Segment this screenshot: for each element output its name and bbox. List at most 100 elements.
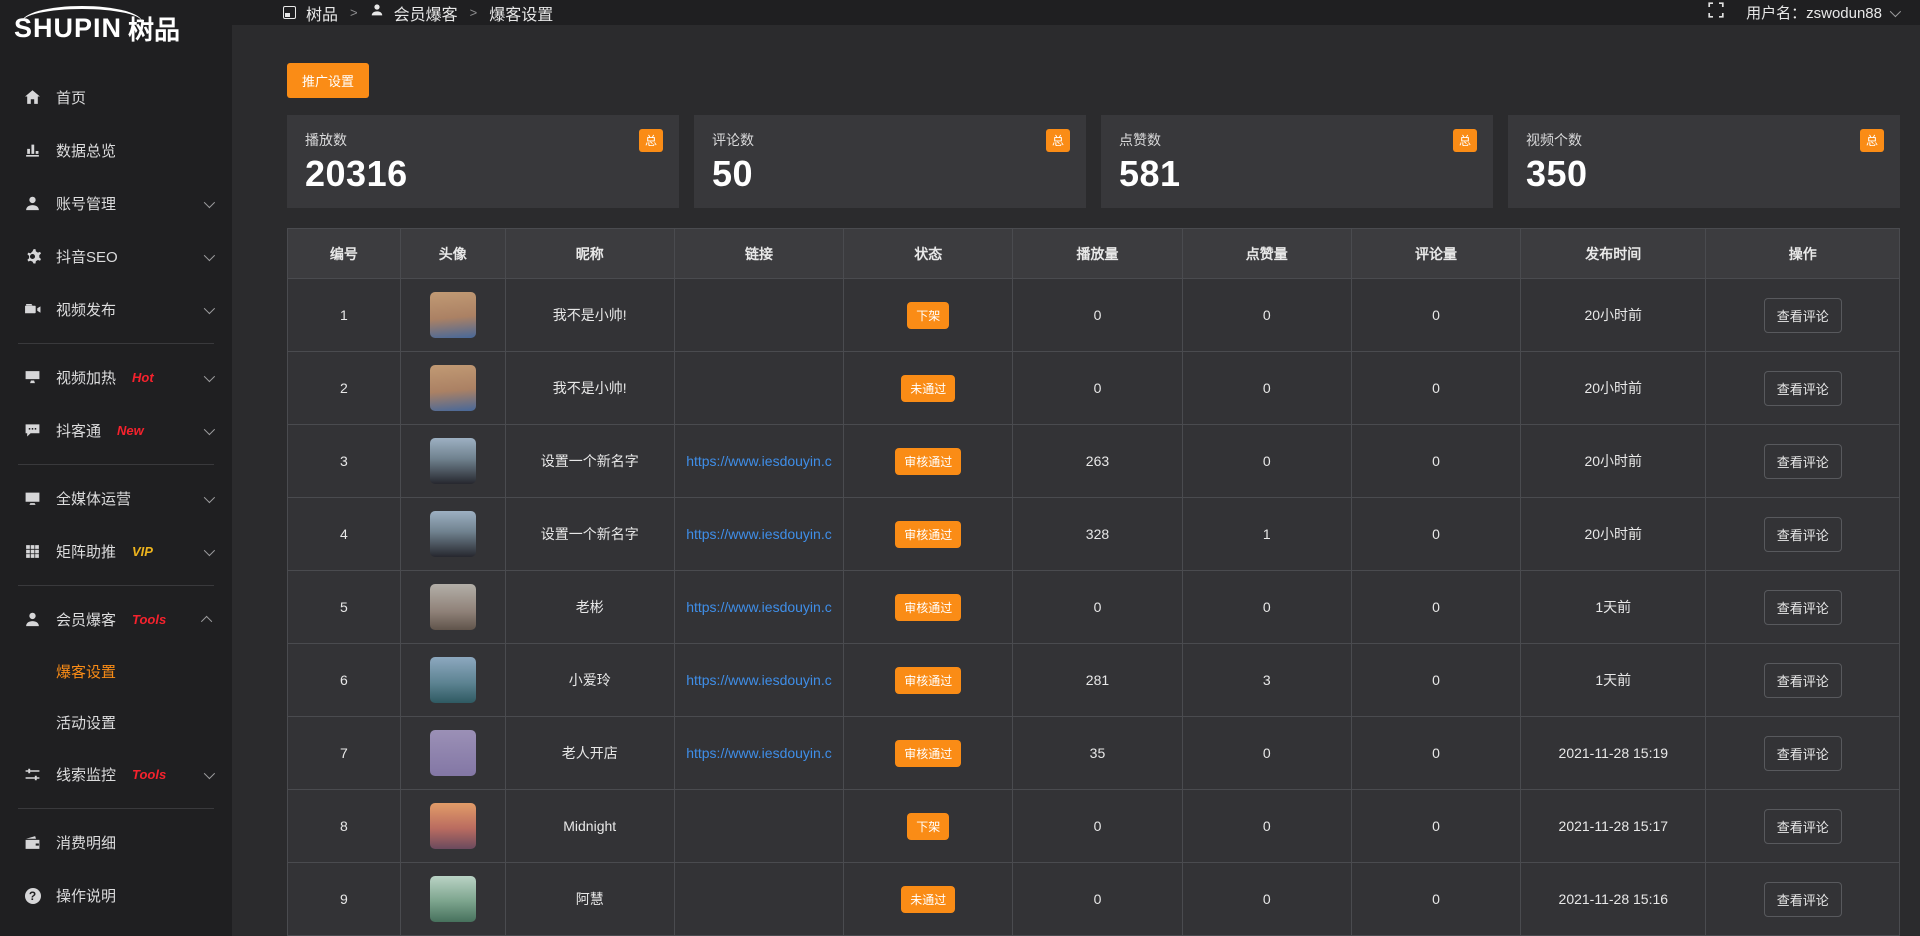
vip-tag: VIP	[132, 544, 153, 559]
sidebar-item-omnimedia[interactable]: 全媒体运营	[0, 472, 232, 525]
publish-time-cell: 20小时前	[1521, 498, 1706, 571]
likes-cell: 0	[1182, 352, 1351, 425]
publish-time-cell: 20小时前	[1521, 352, 1706, 425]
avatar	[430, 730, 476, 776]
sidebar-subitem-baoke-settings[interactable]: 爆客设置	[0, 646, 232, 697]
status-cell: 审核通过	[844, 498, 1013, 571]
row-id: 4	[288, 498, 401, 571]
view-comments-button[interactable]: 查看评论	[1764, 663, 1842, 698]
publish-time-cell: 1天前	[1521, 644, 1706, 717]
sidebar-item-label: 账号管理	[56, 193, 116, 214]
row-id: 7	[288, 717, 401, 790]
actions-cell: 查看评论	[1706, 644, 1900, 717]
sidebar-item-label: 线索监控	[56, 764, 116, 785]
comments-cell: 0	[1351, 352, 1520, 425]
view-comments-button[interactable]: 查看评论	[1764, 736, 1842, 771]
status-cell: 下架	[844, 279, 1013, 352]
stat-value: 20316	[305, 153, 661, 195]
sidebar-item-lead-monitor[interactable]: 线索监控 Tools	[0, 748, 232, 801]
status-badge: 下架	[907, 302, 949, 329]
actions-cell: 查看评论	[1706, 352, 1900, 425]
avatar	[430, 657, 476, 703]
sidebar-item-account-mgmt[interactable]: 账号管理	[0, 177, 232, 230]
chevron-up-icon	[201, 615, 212, 626]
sidebar-divider	[18, 585, 214, 586]
plays-cell: 281	[1013, 644, 1182, 717]
view-comments-button[interactable]: 查看评论	[1764, 882, 1842, 917]
gear-icon	[24, 248, 41, 265]
breadcrumb-item-shupin[interactable]: 树品	[306, 1, 338, 25]
sidebar-item-douyin-seo[interactable]: 抖音SEO	[0, 230, 232, 283]
plays-cell: 35	[1013, 717, 1182, 790]
video-link[interactable]: https://www.iesdouyin.c	[675, 526, 843, 542]
link-cell: https://www.iesdouyin.c	[674, 717, 843, 790]
sidebar-item-data-overview[interactable]: 数据总览	[0, 124, 232, 177]
breadcrumb-item-member-baoke[interactable]: 会员爆客	[394, 1, 458, 25]
sidebar-item-video-publish[interactable]: 视频发布	[0, 283, 232, 336]
sidebar-subitem-activity-settings[interactable]: 活动设置	[0, 697, 232, 748]
publish-time-cell: 2021-11-28 15:16	[1521, 863, 1706, 936]
view-comments-button[interactable]: 查看评论	[1764, 590, 1842, 625]
nickname-cell: Midnight	[505, 790, 674, 863]
view-comments-button[interactable]: 查看评论	[1764, 517, 1842, 552]
link-cell: https://www.iesdouyin.c	[674, 425, 843, 498]
plays-cell: 263	[1013, 425, 1182, 498]
sidebar-item-home[interactable]: 首页	[0, 71, 232, 124]
status-badge: 审核通过	[895, 667, 961, 694]
link-cell	[674, 863, 843, 936]
avatar	[430, 876, 476, 922]
col-nickname: 昵称	[505, 229, 674, 279]
nickname-cell: 阿慧	[505, 863, 674, 936]
comments-cell: 0	[1351, 717, 1520, 790]
link-cell	[674, 279, 843, 352]
row-id: 6	[288, 644, 401, 717]
fullscreen-icon[interactable]	[1708, 2, 1724, 23]
page-content: 推广设置 播放数 20316 总 评论数 50 总 点赞数 581 总 视频个数…	[232, 25, 1920, 936]
sidebar: SHUPIN 树品 首页 数据总览 账号管理 抖音SEO 视频发布	[0, 0, 232, 936]
sidebar-item-label: 视频发布	[56, 299, 116, 320]
status-cell: 审核通过	[844, 644, 1013, 717]
monitor-icon	[24, 490, 41, 507]
user-icon	[370, 3, 384, 22]
chevron-down-icon	[204, 544, 215, 555]
row-id: 1	[288, 279, 401, 352]
sidebar-item-member-baoke[interactable]: 会员爆客 Tools	[0, 593, 232, 646]
tools-tag: Tools	[132, 612, 166, 627]
view-comments-button[interactable]: 查看评论	[1764, 809, 1842, 844]
sidebar-item-label: 视频加热	[56, 367, 116, 388]
video-link[interactable]: https://www.iesdouyin.c	[675, 745, 843, 761]
sidebar-item-video-heat[interactable]: 视频加热 Hot	[0, 351, 232, 404]
user-menu[interactable]: 用户名：zswodun88	[1746, 2, 1898, 23]
comments-cell: 0	[1351, 790, 1520, 863]
videos-table: 编号 头像 昵称 链接 状态 播放量 点赞量 评论量 发布时间 操作 1 我不是…	[287, 228, 1900, 936]
stat-card-plays: 播放数 20316 总	[287, 115, 679, 208]
sidebar-item-help[interactable]: 操作说明	[0, 869, 232, 922]
promo-settings-button[interactable]: 推广设置	[287, 63, 369, 98]
likes-cell: 0	[1182, 279, 1351, 352]
status-badge: 下架	[907, 813, 949, 840]
sidebar-item-doukertong[interactable]: 抖客通 New	[0, 404, 232, 457]
sidebar-item-spend-detail[interactable]: 消费明细	[0, 816, 232, 869]
view-comments-button[interactable]: 查看评论	[1764, 298, 1842, 333]
actions-cell: 查看评论	[1706, 790, 1900, 863]
view-comments-button[interactable]: 查看评论	[1764, 371, 1842, 406]
chevron-down-icon	[204, 302, 215, 313]
link-cell	[674, 352, 843, 425]
table-row: 9 阿慧 未通过 0 0 0 2021-11-28 15:16 查看评论	[288, 863, 1900, 936]
sidebar-item-label: 操作说明	[56, 885, 116, 906]
breadcrumb-separator: >	[350, 5, 358, 20]
likes-cell: 0	[1182, 571, 1351, 644]
video-link[interactable]: https://www.iesdouyin.c	[675, 672, 843, 688]
stat-label: 评论数	[712, 130, 1068, 150]
video-link[interactable]: https://www.iesdouyin.c	[675, 453, 843, 469]
view-comments-button[interactable]: 查看评论	[1764, 444, 1842, 479]
link-cell: https://www.iesdouyin.c	[674, 498, 843, 571]
sidebar-item-matrix-boost[interactable]: 矩阵助推 VIP	[0, 525, 232, 578]
comments-cell: 0	[1351, 863, 1520, 936]
video-link[interactable]: https://www.iesdouyin.c	[675, 599, 843, 615]
username-label: 用户名：zswodun88	[1746, 2, 1882, 23]
status-badge: 未通过	[901, 375, 955, 402]
chevron-down-icon	[204, 491, 215, 502]
plays-cell: 0	[1013, 863, 1182, 936]
status-cell: 未通过	[844, 863, 1013, 936]
